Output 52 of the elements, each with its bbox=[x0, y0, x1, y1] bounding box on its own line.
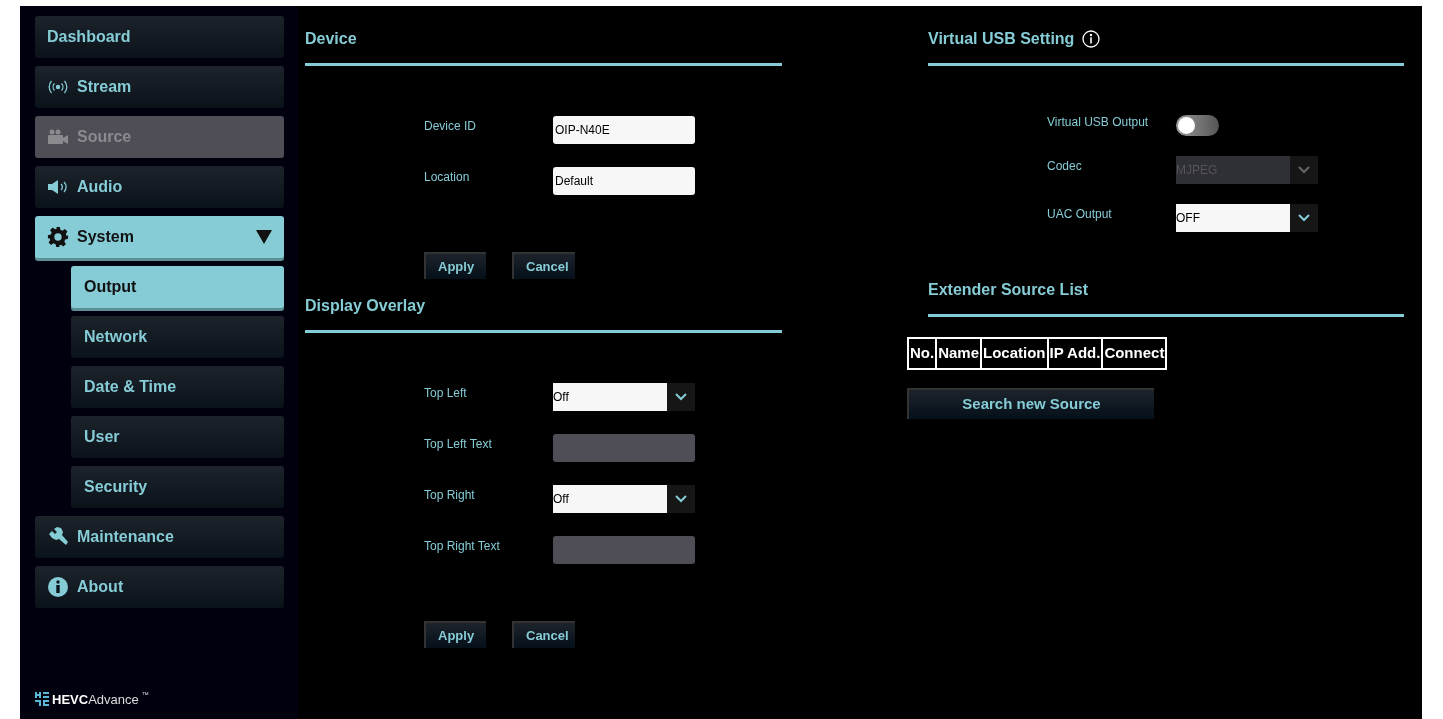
search-button[interactable]: Search new Source bbox=[907, 387, 1154, 419]
chevron-down-icon bbox=[675, 393, 687, 401]
sidebar-item[interactable]: Audio bbox=[35, 166, 284, 208]
column-header: Name bbox=[936, 338, 982, 369]
chevron-down-icon bbox=[1298, 166, 1310, 174]
sidebar-subitem[interactable]: User bbox=[71, 416, 284, 458]
field-label: Codec bbox=[1047, 158, 1083, 175]
input-field[interactable]: OIP-N40E bbox=[553, 116, 695, 144]
sidebar-item[interactable]: Maintenance bbox=[35, 516, 284, 558]
sidebar-subitem[interactable]: Date & Time bbox=[71, 366, 284, 408]
toggle-switch[interactable] bbox=[1176, 115, 1219, 136]
field-label: Top Right Text bbox=[424, 538, 501, 555]
logo-text: HEVC bbox=[52, 690, 89, 709]
column-header: No. bbox=[908, 338, 937, 369]
field-label: UAC Output bbox=[1047, 206, 1113, 223]
signal-icon bbox=[47, 80, 69, 94]
column-header: Connect bbox=[1102, 338, 1167, 369]
action-button[interactable]: Cancel bbox=[512, 621, 575, 648]
sidebar-item[interactable]: Dashboard bbox=[35, 16, 284, 58]
section-title: Display Overlay bbox=[305, 296, 426, 316]
section-title: Extender Source List bbox=[928, 280, 1089, 300]
video-camera-icon bbox=[47, 129, 69, 145]
column-header: IP Add. bbox=[1047, 338, 1103, 369]
field-label: Location bbox=[424, 169, 471, 186]
info-icon bbox=[1082, 30, 1101, 48]
action-button[interactable]: Apply bbox=[424, 621, 486, 648]
field-label: Top Right bbox=[424, 487, 476, 504]
sidebar-subitem[interactable]: Network bbox=[71, 316, 284, 358]
action-button[interactable]: Cancel bbox=[512, 252, 575, 279]
info-icon bbox=[47, 576, 69, 598]
chevron-down-icon bbox=[675, 495, 687, 503]
sidebar-item[interactable]: About bbox=[35, 566, 284, 608]
sidebar-item[interactable]: System bbox=[35, 216, 284, 258]
wrench-icon bbox=[47, 526, 69, 548]
logo-text: Advance bbox=[88, 690, 139, 709]
field-label: Top Left Text bbox=[424, 436, 493, 453]
field-label: Virtual USB Output bbox=[1047, 113, 1150, 131]
gear-icon bbox=[47, 226, 69, 248]
sidebar-subitem[interactable]: Output bbox=[71, 266, 284, 308]
section-title: Device bbox=[305, 29, 357, 49]
chevron-down-icon bbox=[1298, 214, 1310, 222]
logo-icon bbox=[35, 692, 49, 707]
field-label: Top Left bbox=[424, 385, 468, 402]
section-title: Virtual USB Setting bbox=[928, 29, 1075, 49]
input-field[interactable]: Default bbox=[553, 167, 695, 195]
sidebar-subitem[interactable]: Security bbox=[71, 466, 284, 508]
field-label: Device ID bbox=[424, 118, 477, 135]
column-header: Location bbox=[981, 338, 1048, 369]
speaker-icon bbox=[47, 179, 69, 195]
caret-icon bbox=[256, 230, 272, 244]
action-button[interactable]: Apply bbox=[424, 252, 486, 279]
sidebar-item[interactable]: Stream bbox=[35, 66, 284, 108]
